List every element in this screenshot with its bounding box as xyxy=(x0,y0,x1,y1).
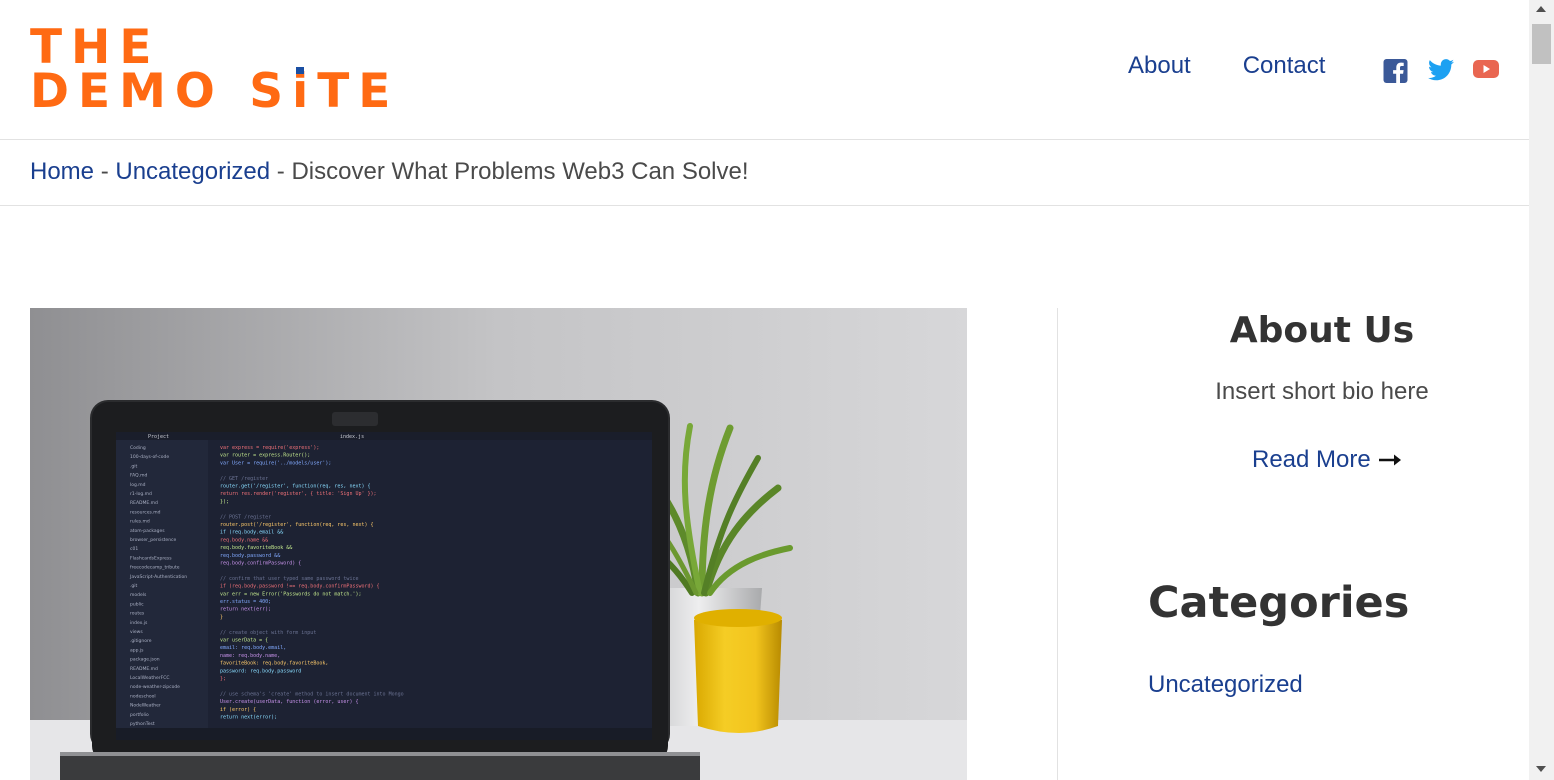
logo-i-letter: i xyxy=(292,64,318,119)
page-scrollbar[interactable] xyxy=(1529,0,1554,780)
code-line: var router = express.Router(); xyxy=(220,453,310,459)
file-tree-item: r1-log.md xyxy=(130,491,152,497)
code-line: // create object with form input xyxy=(220,630,316,636)
code-line: // use schema's 'create' method to inser… xyxy=(220,691,404,697)
file-tree-item: README.md xyxy=(130,666,158,672)
twitter-icon[interactable] xyxy=(1428,59,1454,83)
file-tree-item: models xyxy=(130,592,147,598)
code-line: return next(err); xyxy=(220,607,271,613)
code-line: req.body.confirmPassword) { xyxy=(220,561,301,567)
file-tree-item: README.md xyxy=(130,500,158,506)
scroll-up-arrow-icon[interactable] xyxy=(1536,6,1546,12)
breadcrumb: Home - Uncategorized - Discover What Pro… xyxy=(30,158,749,186)
logo-line-2: DEMO SiTE xyxy=(30,64,399,119)
code-line: var User = require('../models/user'); xyxy=(220,460,331,466)
nav-link-contact[interactable]: Contact xyxy=(1243,52,1326,80)
site-header: THE DEMO SiTE About Contact xyxy=(0,0,1529,140)
editor-file-tab: index.js xyxy=(340,434,364,440)
code-line: if (error) { xyxy=(220,707,256,713)
file-tree-item: FlashcardsExpress xyxy=(130,555,172,561)
file-tree-item: views xyxy=(130,629,143,635)
file-tree-item: app.js xyxy=(130,647,144,653)
file-tree-item: .git xyxy=(130,463,138,469)
code-line: router.get('/register', function(req, re… xyxy=(220,484,371,490)
file-tree-item: node-weather-zipcode xyxy=(130,684,180,690)
code-line: // GET /register xyxy=(220,476,268,482)
code-line: name: req.body.name, xyxy=(220,653,280,659)
file-tree-item: c01 xyxy=(130,546,138,552)
facebook-icon[interactable] xyxy=(1383,59,1408,83)
file-tree-item: .git xyxy=(130,583,138,589)
categories-heading: Categories xyxy=(1148,578,1410,628)
youtube-icon[interactable] xyxy=(1473,59,1499,83)
about-us-heading: About Us xyxy=(1229,310,1415,351)
editor-project-tab: Project xyxy=(148,434,169,440)
category-link-uncategorized[interactable]: Uncategorized xyxy=(1148,671,1303,699)
code-line: if (req.body.email && xyxy=(220,530,283,536)
file-tree-item: FAQ.md xyxy=(130,473,148,479)
code-line: favoriteBook: req.body.favoriteBook, xyxy=(220,661,328,667)
file-tree-item: JavaScript-Authentication xyxy=(129,574,187,580)
main-navigation: About Contact xyxy=(1128,52,1325,80)
arrow-right-icon xyxy=(1378,454,1401,466)
read-more-link[interactable]: Read More xyxy=(1252,446,1403,474)
file-tree-item: routes xyxy=(130,611,145,617)
file-tree-item: log.md xyxy=(130,482,146,488)
read-more-label: Read More xyxy=(1252,446,1371,473)
laptop-photo-illustration: var express = require('express'); var rou… xyxy=(30,308,967,780)
file-tree-item: NodeWeather xyxy=(130,703,161,709)
file-tree-item: index.js xyxy=(130,620,148,626)
file-tree-item: pythonTest xyxy=(130,721,155,727)
code-line: err.status = 400; xyxy=(220,599,271,605)
file-tree-item: LocalWeatherFCC xyxy=(130,675,169,681)
code-line: var userData = { xyxy=(220,638,268,644)
code-line: // POST /register xyxy=(220,514,271,520)
code-line: password: req.body.password xyxy=(220,668,301,674)
breadcrumb-separator: - xyxy=(94,158,116,185)
breadcrumb-separator: - xyxy=(270,158,292,185)
code-line: req.body.favoriteBook && xyxy=(220,545,292,551)
file-tree-item: package.json xyxy=(130,657,160,663)
breadcrumb-current-page: Discover What Problems Web3 Can Solve! xyxy=(291,158,749,185)
file-tree-item: rules.md xyxy=(130,519,150,525)
breadcrumb-category-link[interactable]: Uncategorized xyxy=(115,158,270,185)
code-line: if (req.body.password !== req.body.confi… xyxy=(220,584,380,590)
file-tree-item: portfolio xyxy=(130,712,149,718)
nav-link-about[interactable]: About xyxy=(1128,52,1191,80)
social-links xyxy=(1383,59,1499,83)
file-tree-item: 100-days-of-code xyxy=(130,454,169,460)
file-tree-item: browser_persistence xyxy=(130,537,177,543)
scroll-down-arrow-icon[interactable] xyxy=(1536,766,1546,772)
code-line: email: req.body.email, xyxy=(220,645,286,651)
scrollbar-thumb[interactable] xyxy=(1532,24,1551,64)
file-tree-item: resources.md xyxy=(130,509,161,515)
file-tree-item: .gitignore xyxy=(130,638,152,644)
file-tree-item: public xyxy=(130,601,144,607)
code-line: } xyxy=(220,614,223,620)
code-line: req.body.name && xyxy=(220,537,268,543)
sidebar-divider xyxy=(1057,308,1058,780)
code-line: User.create(userData, function (error, u… xyxy=(220,699,358,705)
code-line: return res.render('register', { title: '… xyxy=(220,491,377,497)
breadcrumb-bar: Home - Uncategorized - Discover What Pro… xyxy=(0,140,1529,206)
code-line: var err = new Error('Passwords do not ma… xyxy=(220,591,361,597)
site-logo[interactable]: THE DEMO SiTE xyxy=(30,24,410,116)
code-line: return next(error); xyxy=(220,715,277,721)
logo-line-2-part-a: DEMO S xyxy=(30,64,293,119)
code-line: }); xyxy=(220,499,229,505)
code-line: // confirm that user typed same password… xyxy=(220,576,358,582)
code-line: router.post('/register', function(req, r… xyxy=(220,522,374,528)
code-line: }; xyxy=(220,676,226,682)
file-tree-item: freecodecamp_tribute xyxy=(130,565,180,571)
file-tree-item: Coding xyxy=(130,445,146,451)
breadcrumb-home-link[interactable]: Home xyxy=(30,158,94,185)
code-line: var express = require('express'); xyxy=(220,445,319,451)
file-tree-item: nodeschool xyxy=(130,693,156,699)
logo-line-2-part-b: TE xyxy=(317,64,400,119)
featured-image: var express = require('express'); var rou… xyxy=(30,308,967,780)
about-us-bio: Insert short bio here xyxy=(1215,378,1429,405)
file-tree-item: atom-packages xyxy=(130,528,165,534)
code-line: req.body.password && xyxy=(220,553,280,559)
